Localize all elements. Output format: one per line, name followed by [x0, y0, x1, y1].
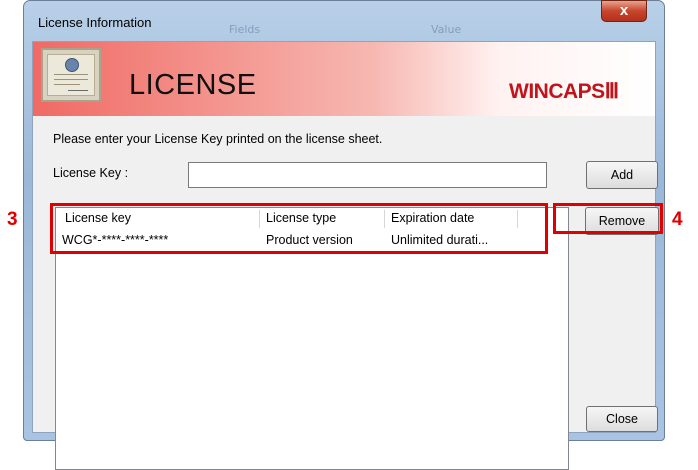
background-fields-text: Fields: [229, 23, 261, 36]
license-key-input[interactable]: [188, 162, 547, 188]
annotation-highlight-remove-button: [553, 203, 663, 234]
certificate-sheet: [47, 54, 95, 96]
certificate-text-line: [54, 74, 88, 75]
dialog-title: License Information: [38, 15, 152, 30]
certificate-seal-icon: [65, 58, 79, 72]
annotation-number-3: 3: [7, 209, 18, 230]
license-key-label: License Key :: [53, 166, 129, 180]
certificate-text-line: [54, 79, 88, 80]
background-value-text: Value: [431, 23, 462, 36]
certificate-signature: [68, 90, 88, 91]
annotation-highlight-license-list: [50, 203, 548, 254]
license-certificate-icon: [41, 48, 101, 102]
certificate-text-line: [54, 84, 80, 85]
instruction-text: Please enter your License Key printed on…: [53, 132, 383, 146]
close-window-button[interactable]: x: [601, 0, 647, 22]
license-banner: LICENSE WINCAPSⅢ: [33, 42, 655, 116]
wincaps-brand-logo: WINCAPSⅢ: [509, 80, 619, 103]
close-button[interactable]: Close: [586, 406, 658, 432]
license-heading: LICENSE: [129, 69, 257, 101]
add-button[interactable]: Add: [586, 161, 658, 189]
annotation-number-4: 4: [672, 209, 683, 230]
close-icon: x: [619, 2, 629, 19]
